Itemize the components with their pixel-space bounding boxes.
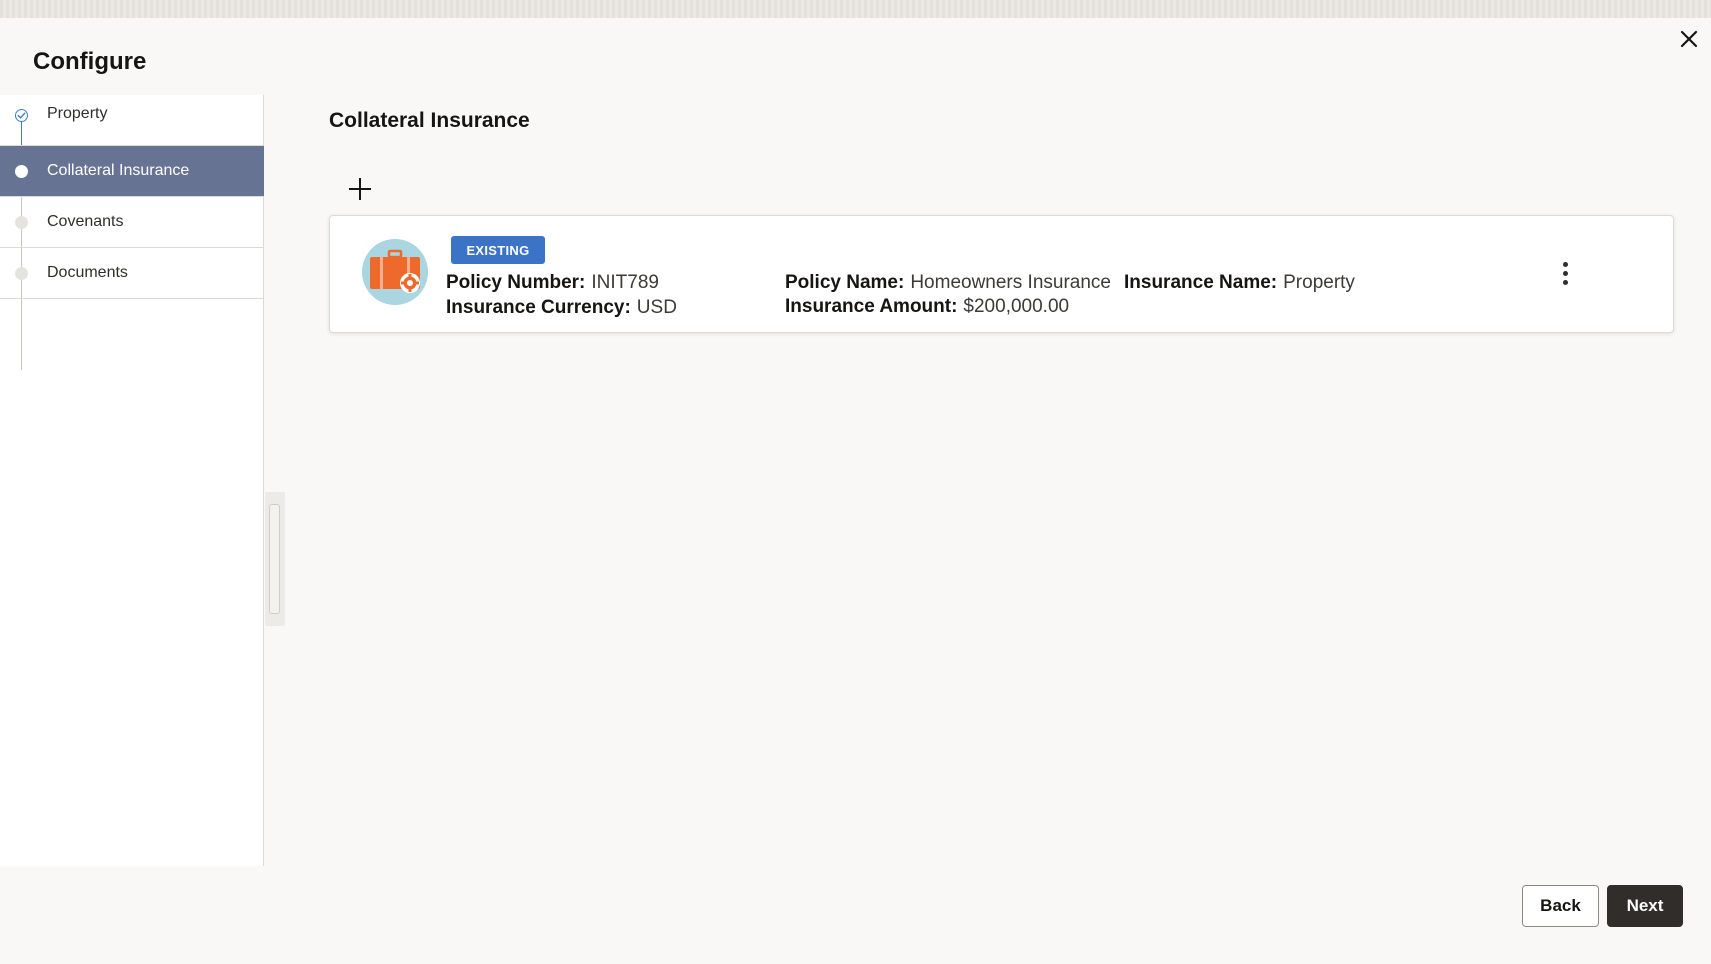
insurance-name-label: Insurance Name: <box>1124 272 1278 293</box>
step-label: Collateral Insurance <box>47 162 190 179</box>
step-label: Covenants <box>47 213 124 230</box>
panel-resize-handle[interactable] <box>265 492 285 626</box>
add-insurance-button[interactable] <box>344 173 376 205</box>
step-item-property[interactable]: Property <box>0 95 264 146</box>
close-button[interactable] <box>1676 26 1702 52</box>
insurance-amount-field: Insurance Amount: $200,000.00 <box>785 296 1069 318</box>
insurance-name-field: Insurance Name: Property <box>1124 272 1355 294</box>
insurance-card[interactable]: EXISTING Policy Number: INIT789 Insurance… <box>329 215 1674 333</box>
step-navigation: Property Collateral Insurance Covenants … <box>0 95 264 866</box>
top-decorative-strip <box>0 0 1711 18</box>
step-item-collateral-insurance[interactable]: Collateral Insurance <box>0 146 264 197</box>
step-label: Property <box>47 105 108 122</box>
kebab-menu-icon <box>1562 261 1568 267</box>
policy-number-field: Policy Number: INIT789 <box>446 272 659 294</box>
step-label: Documents <box>47 264 128 281</box>
policy-number-value: INIT789 <box>591 272 659 293</box>
insurance-amount-label: Insurance Amount: <box>785 296 958 317</box>
insurance-name-value: Property <box>1283 272 1355 293</box>
active-step-dot <box>15 165 28 178</box>
close-icon <box>1680 30 1698 48</box>
status-badge: EXISTING <box>451 236 545 264</box>
policy-number-label: Policy Number: <box>446 272 586 293</box>
page-title: Configure <box>33 48 147 75</box>
insurance-amount-value: $200,000.00 <box>963 296 1070 317</box>
next-button[interactable]: Next <box>1607 885 1683 927</box>
briefcase-gear-icon <box>362 239 428 305</box>
policy-name-field: Policy Name: Homeowners Insurance <box>785 272 1111 294</box>
pending-step-dot <box>15 267 28 280</box>
step-item-covenants[interactable]: Covenants <box>0 197 264 248</box>
policy-name-value: Homeowners Insurance <box>910 272 1111 293</box>
plus-icon <box>349 178 371 200</box>
card-actions-menu-button[interactable] <box>1550 258 1580 288</box>
section-title: Collateral Insurance <box>329 109 530 132</box>
kebab-menu-icon <box>1562 279 1568 285</box>
insurance-currency-field: Insurance Currency: USD <box>446 297 677 319</box>
check-circle-icon <box>15 109 28 122</box>
kebab-menu-icon <box>1562 270 1568 276</box>
back-button[interactable]: Back <box>1522 885 1599 927</box>
insurance-currency-value: USD <box>636 297 677 318</box>
policy-name-label: Policy Name: <box>785 272 905 293</box>
insurance-currency-label: Insurance Currency: <box>446 297 631 318</box>
step-item-documents[interactable]: Documents <box>0 248 264 299</box>
pending-step-dot <box>15 216 28 229</box>
